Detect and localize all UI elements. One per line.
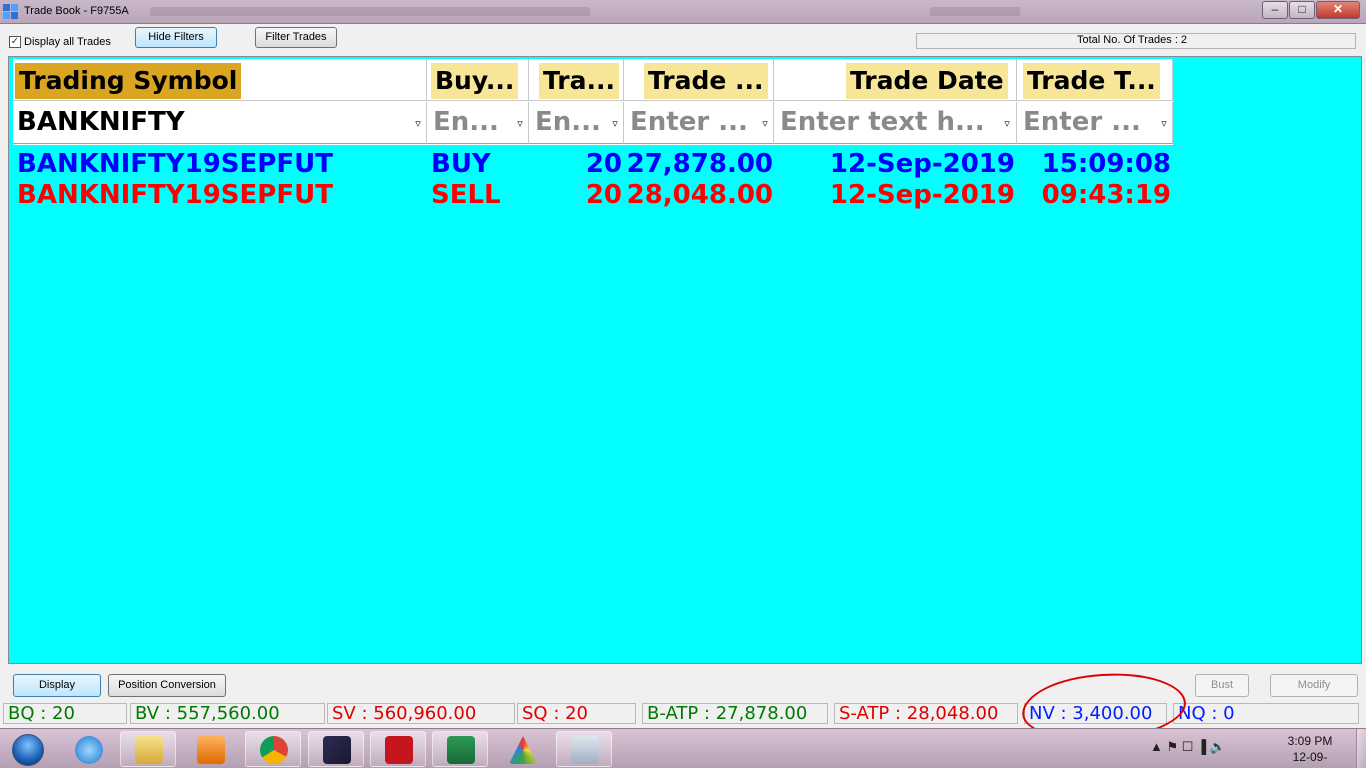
graphics-app-icon — [509, 736, 537, 764]
column-header-trade-date[interactable]: Trade Date — [774, 59, 1017, 101]
cell-trade-price: 27,878.00 — [626, 149, 773, 179]
calculator-icon — [571, 736, 599, 764]
column-header-trade-qty[interactable]: Tra... — [529, 59, 624, 101]
sell-quantity: SQ : 20 — [517, 703, 636, 724]
window-title: Trade Book - F9755A — [24, 5, 129, 17]
column-header-label: Tra... — [539, 63, 619, 99]
filter-input-trade-time[interactable]: Enter ... — [1023, 104, 1143, 140]
position-conversion-button[interactable]: Position Conversion — [108, 674, 226, 697]
chrome-icon — [260, 736, 288, 764]
net-quantity: NQ : 0 — [1173, 703, 1359, 724]
trading-terminal-icon — [323, 736, 351, 764]
filter-input-trade-price[interactable]: Enter ... — [630, 104, 750, 140]
toolbar: ✓ Display all Trades Hide Filters Filter… — [0, 24, 1366, 54]
cell-trade-date: 12-Sep-2019 — [829, 180, 1015, 210]
trade-row[interactable]: BANKNIFTY19SEPFUT BUY 20 27,878.00 12-Se… — [13, 149, 1183, 180]
total-trades-count: Total No. Of Trades : 2 — [1077, 34, 1188, 46]
taskbar-acrobat-reader[interactable] — [370, 731, 426, 767]
buy-quantity: BQ : 20 — [3, 703, 127, 724]
cell-trade-date: 12-Sep-2019 — [829, 149, 1015, 179]
taskbar-trading-terminal[interactable] — [308, 731, 364, 767]
start-button[interactable] — [4, 731, 52, 767]
clock-date: 12-09-2019 — [1292, 750, 1328, 768]
filter-cell-trade-time[interactable]: Enter ... ▿ — [1017, 102, 1173, 144]
filter-funnel-icon[interactable]: ▿ — [1159, 118, 1169, 130]
display-all-trades-checkbox[interactable]: ✓ — [9, 36, 21, 48]
cell-trade-qty: 20 — [585, 180, 622, 210]
trade-book-app-icon — [3, 4, 18, 19]
column-header-buy-sell[interactable]: Buy... — [427, 59, 529, 101]
filter-funnel-icon[interactable]: ▿ — [610, 118, 620, 130]
modify-button[interactable]: Modify — [1270, 674, 1358, 697]
column-header-trade-price[interactable]: Trade ... — [624, 59, 774, 101]
filter-trades-button[interactable]: Filter Trades — [255, 27, 337, 48]
cell-trading-symbol: BANKNIFTY19SEPFUT — [17, 180, 333, 210]
taskbar-calculator[interactable] — [556, 731, 612, 767]
taskbar-media-player[interactable] — [182, 731, 238, 767]
sell-average-price: S-ATP : 28,048.00 — [834, 703, 1018, 724]
column-header-trading-symbol[interactable]: Trading Symbol — [13, 59, 427, 101]
close-button[interactable]: ✕ — [1316, 1, 1360, 19]
windows-taskbar: ▲ ⚑ ☐ ▐ 🔈 3:09 PM 12-09-2019 — [0, 728, 1366, 768]
trade-grid[interactable]: Trading Symbol Buy... Tra... Trade ... T… — [8, 56, 1362, 664]
buy-average-price: B-ATP : 27,878.00 — [642, 703, 828, 724]
hide-filters-button[interactable]: Hide Filters — [135, 27, 217, 48]
system-clock[interactable]: 3:09 PM 12-09-2019 — [1280, 733, 1340, 768]
filter-funnel-icon[interactable]: ▿ — [760, 118, 770, 130]
background-window-title-blur — [150, 7, 590, 16]
sell-value: SV : 560,960.00 — [327, 703, 515, 724]
window-title-bar[interactable]: Trade Book - F9755A – □ ✕ — [0, 0, 1366, 24]
column-header-label: Buy... — [431, 63, 519, 99]
cell-trade-time: 15:09:08 — [1041, 149, 1171, 179]
filter-cell-trade-date[interactable]: Enter text h... ▿ — [774, 102, 1017, 144]
filter-input-trade-date[interactable]: Enter text h... — [780, 104, 988, 140]
file-explorer-icon — [135, 736, 163, 764]
column-header-label: Trade Date — [846, 63, 1008, 99]
clock-time: 3:09 PM — [1287, 734, 1333, 748]
system-tray-icons[interactable]: ▲ ⚑ ☐ ▐ 🔈 — [1150, 739, 1226, 755]
cell-trade-time: 09:43:19 — [1041, 180, 1171, 210]
display-all-trades-label[interactable]: Display all Trades — [24, 36, 111, 48]
display-button[interactable]: Display — [13, 674, 101, 697]
media-player-icon — [197, 736, 225, 764]
filter-input-buy-sell[interactable]: En... — [433, 104, 513, 140]
cell-trade-qty: 20 — [585, 149, 622, 179]
bust-button[interactable]: Bust — [1195, 674, 1249, 697]
cell-buy-sell: BUY — [431, 149, 491, 179]
taskbar-excel[interactable] — [432, 731, 488, 767]
filter-cell-trading-symbol[interactable]: BANKNIFTY ▿ — [13, 102, 427, 144]
taskbar-file-explorer[interactable] — [120, 731, 176, 767]
internet-explorer-icon — [75, 736, 103, 764]
column-header-label: Trade ... — [644, 63, 768, 99]
filter-funnel-icon[interactable]: ▿ — [413, 118, 423, 130]
filter-input-trading-symbol[interactable]: BANKNIFTY — [17, 104, 197, 140]
filter-cell-trade-qty[interactable]: En... ▿ — [529, 102, 624, 144]
filter-input-trade-qty[interactable]: En... — [535, 104, 607, 140]
filter-funnel-icon[interactable]: ▿ — [1002, 118, 1012, 130]
column-header-label: Trade T... — [1023, 63, 1160, 99]
taskbar-graphics-app[interactable] — [494, 731, 550, 767]
minimize-button[interactable]: – — [1262, 1, 1288, 19]
cell-trading-symbol: BANKNIFTY19SEPFUT — [17, 149, 333, 179]
excel-icon — [447, 736, 475, 764]
show-desktop-button[interactable] — [1356, 729, 1366, 768]
acrobat-reader-icon — [385, 736, 413, 764]
cell-trade-price: 28,048.00 — [626, 180, 773, 210]
trade-row[interactable]: BANKNIFTY19SEPFUT SELL 20 28,048.00 12-S… — [13, 180, 1183, 211]
windows-logo-icon — [12, 734, 44, 766]
column-header-trade-time[interactable]: Trade T... — [1017, 59, 1173, 101]
filter-cell-trade-price[interactable]: Enter ... ▿ — [624, 102, 774, 144]
background-window-title-blur — [930, 7, 1020, 16]
buy-value: BV : 557,560.00 — [130, 703, 325, 724]
filter-funnel-icon[interactable]: ▿ — [515, 118, 525, 130]
taskbar-chrome[interactable] — [245, 731, 301, 767]
column-header-label: Trading Symbol — [15, 63, 242, 99]
cell-buy-sell: SELL — [431, 180, 501, 210]
filter-cell-buy-sell[interactable]: En... ▿ — [427, 102, 529, 144]
taskbar-internet-explorer[interactable] — [60, 731, 116, 767]
maximize-button[interactable]: □ — [1289, 1, 1315, 19]
